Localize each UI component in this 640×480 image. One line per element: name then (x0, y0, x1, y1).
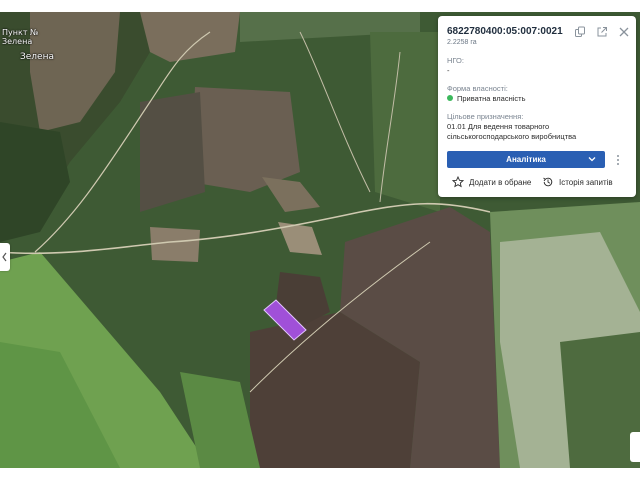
purpose-label: Цільове призначення: (447, 112, 524, 121)
history-icon (543, 177, 553, 187)
parcel-area: 2.2258 га (447, 39, 477, 46)
side-panel-toggle[interactable] (0, 243, 10, 271)
copy-icon[interactable] (574, 26, 586, 38)
request-history-label: Історія запитів (559, 178, 613, 187)
status-dot-icon (447, 95, 453, 101)
add-to-favorites-label: Додати в обране (469, 178, 532, 187)
ownership-label: Форма власності: (447, 84, 508, 93)
cadastral-number[interactable]: 6822780400:05:007:0021 (447, 26, 563, 37)
ownership-value: Приватна власність (457, 94, 526, 103)
chevron-down-icon (588, 157, 596, 162)
purpose-value-line2: сільськогосподарського виробництва (447, 132, 577, 141)
place-label-punkt: Пункт № Зелена (2, 28, 39, 46)
corner-handle[interactable] (630, 432, 640, 462)
parcel-info-card: 6822780400:05:007:0021 2.2258 га НГО: - … (438, 16, 636, 197)
close-icon[interactable] (618, 26, 630, 38)
place-label-zelena: Зелена (20, 52, 54, 62)
more-vertical-icon[interactable] (614, 153, 622, 167)
ngo-label: НГО: (447, 56, 464, 65)
open-external-icon[interactable] (596, 26, 608, 38)
star-icon (452, 176, 464, 188)
analytics-button-label: Аналітика (506, 155, 546, 164)
chevron-left-icon (2, 252, 7, 262)
ownership-value-row: Приватна власність (447, 94, 526, 104)
purpose-value-line1: 01.01 Для ведення товарного (447, 122, 550, 131)
ngo-value: - (447, 66, 450, 75)
analytics-button[interactable]: Аналітика (447, 151, 605, 168)
